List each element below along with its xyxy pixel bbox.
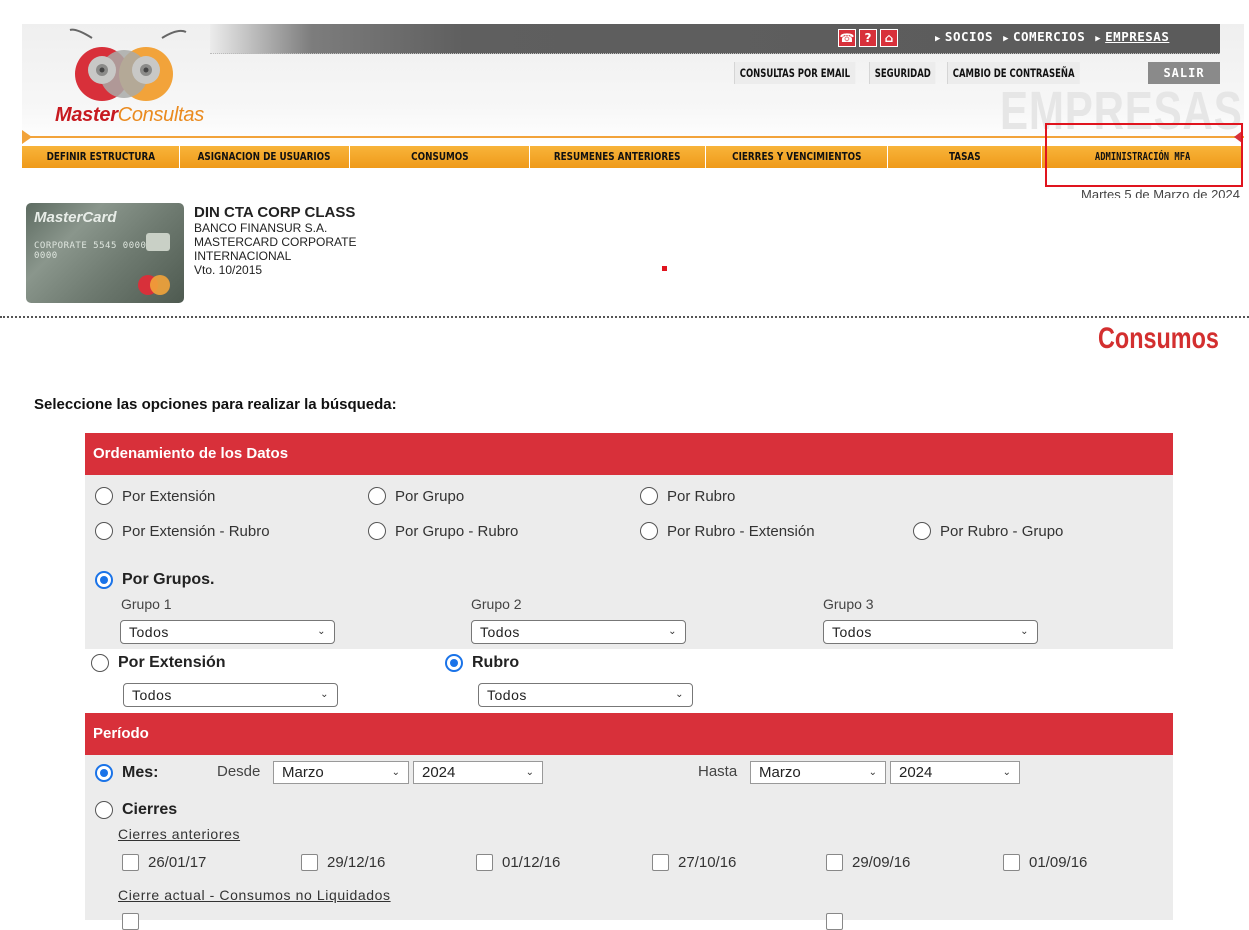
card-line: Vto. 10/2015 (194, 263, 263, 277)
checkbox-cierre-actual[interactable] (122, 913, 139, 930)
nav-tasas[interactable]: TASAS (888, 146, 1042, 168)
current-date: Martes 5 de Marzo de 2024 (1081, 187, 1240, 198)
dotted-separator (0, 316, 1249, 318)
checkbox-cierre-4[interactable]: 27/10/16 (652, 854, 736, 871)
checkbox-seleccionar-todo[interactable] (826, 913, 843, 930)
hasta-anio-select[interactable]: 2024 ⌄ (890, 761, 1020, 784)
radio-por-extension[interactable]: Por Extensión (95, 487, 215, 505)
instructions-text: Seleccione las opciones para realizar la… (34, 396, 397, 413)
header-divider-arrow (22, 130, 32, 144)
card-image: MasterCard CORPORATE 5545 0000 2 0000 (26, 203, 184, 303)
top-icons: ☎ ? ⌂ (838, 29, 898, 47)
card-line: INTERNACIONAL (194, 249, 292, 263)
radio-por-rubro[interactable]: Por Rubro (640, 487, 735, 505)
grupo2-select[interactable]: Todos ⌄ (471, 620, 686, 644)
radio-por-extension-rubro[interactable]: Por Extensión - Rubro (95, 522, 270, 540)
chevron-down-icon: ⌄ (1002, 767, 1011, 778)
top-link-comercios[interactable]: ▶ COMERCIOS (1003, 29, 1085, 44)
grupo3-select[interactable]: Todos ⌄ (823, 620, 1038, 644)
desde-label: Desde (217, 763, 261, 780)
hasta-mes-select[interactable]: Marzo ⌄ (750, 761, 886, 784)
grupo1-select[interactable]: Todos ⌄ (120, 620, 335, 644)
hasta-label: Hasta (698, 763, 738, 780)
card-brand: MasterCard (34, 209, 117, 226)
card-line: BANCO FINANSUR S.A. (194, 221, 328, 235)
highlight-box (1045, 123, 1243, 187)
chevron-down-icon: ⌄ (317, 626, 326, 637)
chevron-down-icon: ⌄ (675, 689, 684, 700)
checkbox-cierre-5[interactable]: 29/09/16 (826, 854, 910, 871)
chevron-down-icon: ⌄ (668, 626, 677, 637)
checkbox-cierre-1[interactable]: 26/01/17 (122, 854, 206, 871)
cierres-anteriores-label: Cierres anteriores (118, 826, 241, 842)
mastercard-logo-icon-right (150, 275, 170, 295)
card-info: DIN CTA CORP CLASS BANCO FINANSUR S.A. M… (194, 204, 356, 277)
card-line: MASTERCARD CORPORATE (194, 235, 357, 249)
radio-por-grupo[interactable]: Por Grupo (368, 487, 464, 505)
nav-cierres-vencimientos[interactable]: CIERRES Y VENCIMIENTOS (706, 146, 888, 168)
desde-mes-select[interactable]: Marzo ⌄ (273, 761, 409, 784)
rubro-select[interactable]: Todos ⌄ (478, 683, 693, 707)
chevron-down-icon: ⌄ (868, 767, 877, 778)
nav-definir-estructura[interactable]: DEFINIR ESTRUCTURA (22, 146, 180, 168)
red-marker (662, 266, 667, 271)
top-links: ▶ SOCIOS ▶ COMERCIOS ▶ EMPRESAS (935, 29, 1169, 44)
top-link-empresas[interactable]: ▶ EMPRESAS (1095, 29, 1169, 44)
chevron-down-icon: ⌄ (1020, 626, 1029, 637)
grupo1-label: Grupo 1 (121, 596, 172, 612)
top-link-socios[interactable]: ▶ SOCIOS (935, 29, 993, 44)
checkbox-cierre-3[interactable]: 01/12/16 (476, 854, 560, 871)
nav-asignacion-usuarios[interactable]: ASIGNACION DE USUARIOS (180, 146, 350, 168)
logo-text: MasterConsultas (55, 104, 204, 126)
radio-por-grupos[interactable]: Por Grupos. (95, 571, 214, 589)
desde-anio-select[interactable]: 2024 ⌄ (413, 761, 543, 784)
radio-cierres[interactable]: Cierres (95, 801, 177, 819)
radio-por-grupo-rubro[interactable]: Por Grupo - Rubro (368, 522, 518, 540)
cierre-actual-label: Cierre actual - Consumos no Liquidados (118, 887, 391, 903)
ordenamiento-header: Ordenamiento de los Datos (85, 433, 1173, 475)
card-title: DIN CTA CORP CLASS (194, 204, 356, 221)
radio-mes[interactable]: Mes: (95, 764, 158, 782)
help-icon[interactable]: ? (859, 29, 877, 47)
nav-consumos[interactable]: CONSUMOS (350, 146, 530, 168)
radio-por-rubro-extension[interactable]: Por Rubro - Extensión (640, 522, 815, 540)
logo-icon (69, 28, 187, 101)
search-form: Ordenamiento de los Datos Por Extensión … (85, 433, 1173, 930)
checkbox-cierre-6[interactable]: 01/09/16 (1003, 854, 1087, 871)
home-icon[interactable]: ⌂ (880, 29, 898, 47)
link-seguridad[interactable]: SEGURIDAD (869, 62, 936, 84)
phone-icon[interactable]: ☎ (838, 29, 856, 47)
chevron-down-icon: ⌄ (320, 689, 329, 700)
radio-rubro-filter[interactable]: Rubro (445, 654, 519, 672)
periodo-header: Período (85, 713, 1173, 755)
grupo2-label: Grupo 2 (471, 596, 522, 612)
grupo3-label: Grupo 3 (823, 596, 874, 612)
radio-por-rubro-grupo[interactable]: Por Rubro - Grupo (913, 522, 1063, 540)
chevron-down-icon: ⌄ (391, 767, 400, 778)
chevron-down-icon: ⌄ (525, 767, 534, 778)
extension-select[interactable]: Todos ⌄ (123, 683, 338, 707)
nav-resumenes-anteriores[interactable]: RESUMENES ANTERIORES (530, 146, 706, 168)
page-title: Consumos (1098, 322, 1219, 355)
link-consultas-email[interactable]: CONSULTAS POR EMAIL (734, 62, 856, 84)
chip-icon (146, 233, 170, 251)
checkbox-cierre-2[interactable]: 29/12/16 (301, 854, 385, 871)
radio-por-extension-filter[interactable]: Por Extensión (91, 654, 226, 672)
